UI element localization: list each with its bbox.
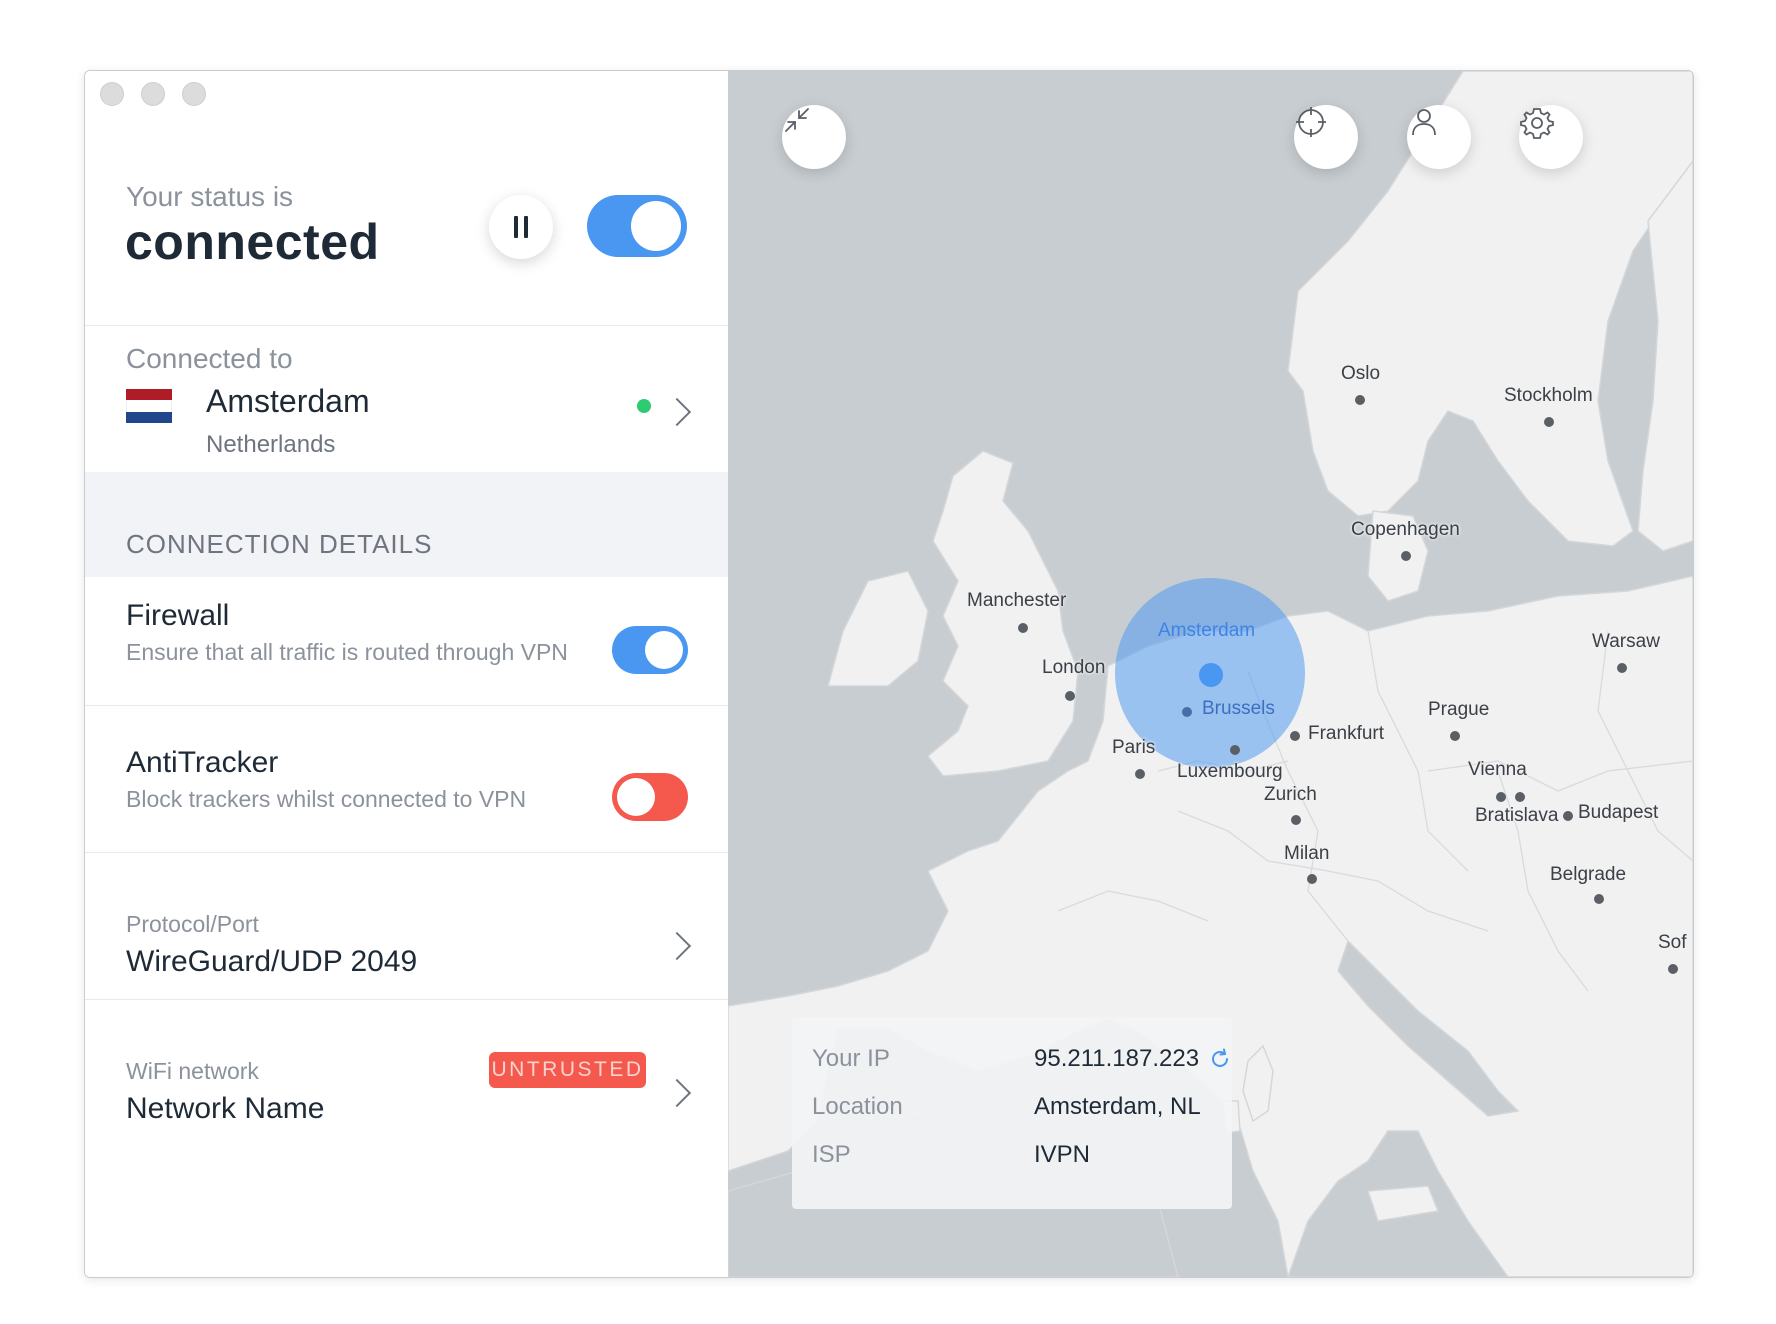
ip-value: 95.211.187.223 — [1034, 1045, 1200, 1072]
antitracker-description: Block trackers whilst connected to VPN — [126, 786, 527, 812]
window-minimize-button[interactable] — [141, 82, 165, 106]
city-label-zurich[interactable]: Zurich — [1264, 784, 1317, 806]
city-label-milan[interactable]: Milan — [1284, 843, 1329, 865]
city-marker[interactable] — [1668, 964, 1678, 974]
wifi-label: WiFi network — [126, 1058, 259, 1084]
isp-row: ISP IVPN — [812, 1135, 1212, 1175]
city-label-stockholm[interactable]: Stockholm — [1504, 385, 1593, 407]
connected-to-label: Connected to — [126, 343, 293, 374]
app-window: Your status is connected Connected to Am… — [84, 70, 1694, 1278]
connection-details-title: CONNECTION DETAILS — [126, 529, 433, 559]
status-label: Your status is — [126, 181, 294, 212]
city-label-budapest[interactable]: Budapest — [1578, 802, 1658, 824]
antitracker-title: AntiTracker — [126, 746, 279, 779]
city-label-frankfurt[interactable]: Frankfurt — [1308, 723, 1384, 745]
divider — [85, 705, 728, 706]
isp-value: IVPN — [1034, 1141, 1091, 1168]
city-marker[interactable] — [1355, 395, 1365, 405]
chevron-right-icon — [662, 1078, 692, 1108]
city-label-oslo[interactable]: Oslo — [1341, 363, 1380, 385]
server-country: Netherlands — [206, 431, 336, 458]
city-marker[interactable] — [1290, 731, 1300, 741]
city-label-vienna[interactable]: Vienna — [1468, 759, 1527, 781]
server-map[interactable]: Oslo Stockholm Copenhagen Manchester War… — [728, 71, 1693, 1277]
settings-button[interactable] — [1519, 105, 1583, 169]
city-label-amsterdam[interactable]: Amsterdam — [1158, 620, 1255, 642]
city-label-luxembourg[interactable]: Luxembourg — [1177, 761, 1283, 783]
toggle-knob — [645, 631, 683, 669]
center-location-button[interactable] — [1294, 105, 1358, 169]
window-close-button[interactable] — [100, 82, 124, 106]
city-marker[interactable] — [1291, 815, 1301, 825]
city-label-warsaw[interactable]: Warsaw — [1592, 631, 1660, 653]
current-location-marker — [1199, 663, 1223, 687]
status-panel: Your status is connected Connected to Am… — [85, 71, 728, 1277]
city-marker[interactable] — [1594, 894, 1604, 904]
minimize-map-button[interactable] — [782, 105, 846, 169]
location-label: Location — [812, 1093, 903, 1120]
city-label-prague[interactable]: Prague — [1428, 699, 1489, 721]
city-marker[interactable] — [1018, 623, 1028, 633]
city-label-london[interactable]: London — [1042, 657, 1105, 679]
city-marker[interactable] — [1182, 707, 1192, 717]
chevron-right-icon — [662, 397, 692, 427]
toggle-knob — [631, 201, 681, 251]
city-label-manchester[interactable]: Manchester — [967, 590, 1066, 612]
ip-label: Your IP — [812, 1045, 890, 1072]
city-marker[interactable] — [1450, 731, 1460, 741]
protocol-value: WireGuard/UDP 2049 — [126, 945, 418, 978]
firewall-toggle[interactable] — [612, 626, 688, 674]
city-label-sofia[interactable]: Sof — [1658, 932, 1687, 954]
firewall-title: Firewall — [126, 599, 230, 632]
antitracker-toggle[interactable] — [612, 773, 688, 821]
city-marker[interactable] — [1401, 551, 1411, 561]
account-button[interactable] — [1407, 105, 1471, 169]
firewall-description: Ensure that all traffic is routed throug… — [126, 639, 568, 665]
divider — [85, 325, 728, 326]
ip-info-panel: Your IP 95.211.187.223 Location Amsterda… — [792, 1017, 1232, 1209]
connection-details-header — [85, 472, 728, 577]
city-marker[interactable] — [1065, 691, 1075, 701]
pause-button[interactable] — [489, 195, 553, 259]
city-marker[interactable] — [1544, 417, 1554, 427]
divider — [85, 999, 728, 1000]
window-zoom-button[interactable] — [182, 82, 206, 106]
divider — [85, 852, 728, 853]
location-row: Location Amsterdam, NL — [812, 1087, 1212, 1127]
city-label-paris[interactable]: Paris — [1112, 737, 1155, 759]
netherlands-flag-icon — [126, 389, 172, 423]
pause-icon — [511, 216, 531, 238]
server-city: Amsterdam — [206, 383, 370, 419]
connection-indicator — [637, 399, 651, 413]
isp-label: ISP — [812, 1141, 851, 1168]
location-value: Amsterdam, NL — [1034, 1093, 1201, 1120]
status-value: connected — [125, 214, 380, 270]
city-marker[interactable] — [1563, 811, 1573, 821]
city-label-belgrade[interactable]: Belgrade — [1550, 864, 1626, 886]
city-label-copenhagen[interactable]: Copenhagen — [1351, 519, 1460, 541]
city-marker[interactable] — [1307, 874, 1317, 884]
city-marker[interactable] — [1496, 792, 1506, 802]
ip-row: Your IP 95.211.187.223 — [812, 1039, 1228, 1079]
city-label-brussels[interactable]: Brussels — [1202, 698, 1275, 720]
city-marker[interactable] — [1617, 663, 1627, 673]
city-marker[interactable] — [1230, 745, 1240, 755]
city-marker[interactable] — [1135, 769, 1145, 779]
toggle-knob — [617, 778, 655, 816]
protocol-label: Protocol/Port — [126, 911, 259, 937]
city-marker[interactable] — [1515, 792, 1525, 802]
untrusted-badge: UNTRUSTED — [489, 1052, 646, 1088]
chevron-right-icon — [662, 931, 692, 961]
wifi-network-name: Network Name — [126, 1092, 325, 1125]
city-label-bratislava[interactable]: Bratislava — [1475, 805, 1558, 827]
connection-toggle[interactable] — [587, 195, 687, 257]
